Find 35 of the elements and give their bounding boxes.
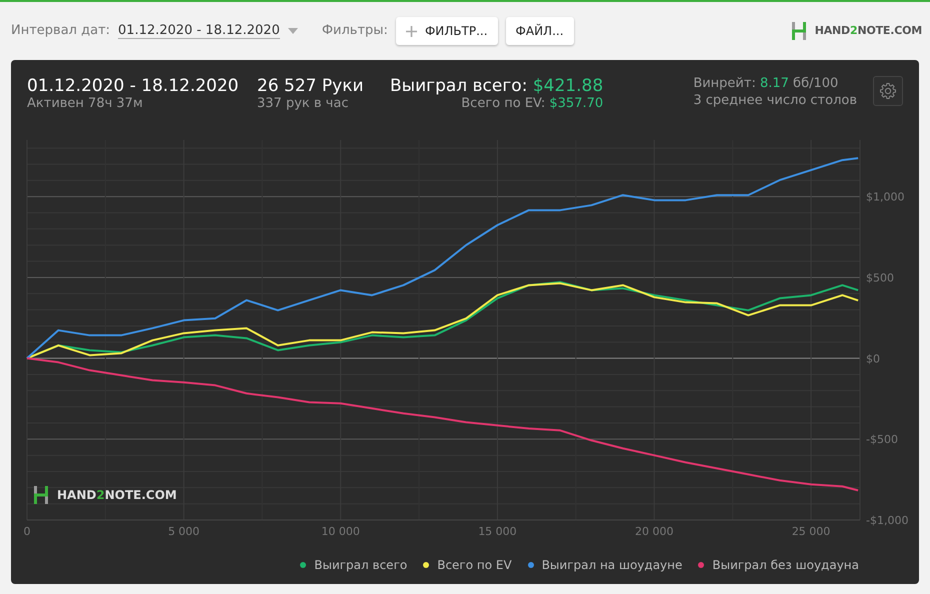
active-time: Активен 78ч 37м (27, 96, 144, 114)
ev-total: Всего по EV: $357.70 (461, 96, 604, 114)
axis-label: -$500 (866, 433, 898, 446)
axis-label: $1,000 (866, 190, 904, 204)
date-range: 01.12.2020 - 18.12.2020 (27, 76, 240, 96)
axis-label: 25 000 (792, 525, 830, 538)
logo-icon (790, 21, 807, 41)
hands-rate: 337 рук в час (257, 96, 350, 114)
field-label: Фильтры: (322, 22, 388, 40)
axis-label: 20 000 (635, 525, 674, 538)
date-range-dropdown[interactable]: 01.12.2020 - 18.12.2020 (118, 22, 280, 40)
axis-label: 5 000 (168, 525, 200, 538)
tables-average: 3 среднее число столов (693, 92, 857, 110)
plus-icon (406, 26, 417, 36)
axis-label: $0 (866, 352, 880, 366)
toolbar-button[interactable]: ФАЙЛ... (506, 17, 574, 45)
field-label: Интервал дат: (11, 22, 110, 40)
axis-label: 10 000 (321, 525, 360, 538)
logo-text: HAND2NOTE.COM (814, 22, 922, 39)
watermark-text: HAND2NOTE.COM (57, 487, 177, 504)
total-won: Выиграл всего: $421.88 (390, 76, 604, 96)
hands-count: 26 527 Руки (257, 76, 365, 96)
axis-label: -$1,000 (866, 514, 908, 527)
settings-button[interactable] (873, 76, 903, 106)
winrate: Винрейт: 8.17 бб/100 (693, 76, 840, 93)
axis-label: $500 (866, 271, 894, 284)
legend-label: Выиграл на шоудауне (542, 557, 682, 574)
legend-label: Выиграл без шоудауна (712, 557, 859, 574)
settings-icon (879, 82, 897, 100)
logo-icon (33, 485, 49, 505)
legend-label: Всего по EV (437, 557, 512, 574)
axis-label: 0 (24, 525, 30, 538)
axis-label: 15 000 (478, 525, 517, 538)
toolbar-button[interactable]: ФИЛЬТР... (396, 17, 498, 45)
legend-label: Выиграл всего (314, 557, 408, 574)
